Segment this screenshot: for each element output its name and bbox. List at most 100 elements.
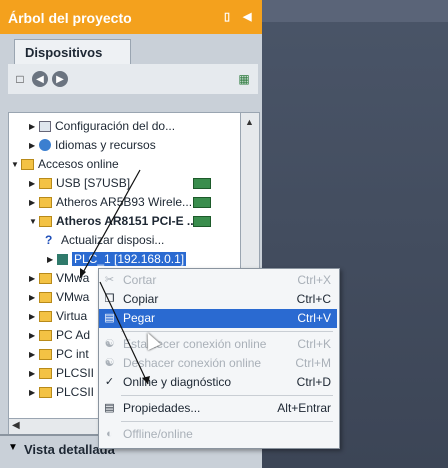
tree-item[interactable]: ▶ Configuración del do... [29, 117, 175, 136]
tree-item-label: PC Ad [56, 328, 91, 342]
expand-arrow-icon[interactable]: ▶ [29, 307, 39, 326]
menu-item-go-offline[interactable]: ☯ Deshacer conexión online Ctrl+M [99, 354, 337, 373]
diagnostics-icon: ✓ [104, 376, 115, 388]
tree-item[interactable]: ▶ Virtua [29, 307, 87, 326]
context-menu: ✂ Cortar Ctrl+X ❐ Copiar Ctrl+C ▤ Pegar … [98, 268, 340, 449]
config-icon [39, 121, 51, 132]
offline-online-icon: ◐ [106, 428, 113, 440]
collapse-left-icon[interactable]: ◀ [243, 10, 251, 23]
interface-icon [39, 197, 52, 208]
expand-arrow-icon[interactable]: ▶ [29, 193, 39, 212]
plc-icon [57, 254, 68, 265]
chevron-down-icon[interactable]: ▼ [8, 442, 18, 453]
tree-item-label: Atheros AR5B93 Wirele... [56, 195, 193, 209]
go-offline-icon: ☯ [104, 357, 115, 369]
menu-item-shortcut: Ctrl+M [295, 356, 331, 370]
tree-item[interactable]: ? Actualizar disposi... [45, 231, 164, 250]
interface-icon [39, 311, 52, 322]
menu-item-shortcut: Alt+Entrar [277, 401, 331, 415]
interface-icon [39, 368, 52, 379]
tree-item-label: Configuración del do... [55, 119, 176, 133]
menu-separator [121, 395, 333, 396]
tree-item-label: Actualizar disposi... [61, 233, 165, 247]
tree-item-label: PC int [56, 347, 89, 361]
tree-item[interactable]: ▶ VMwa [29, 269, 89, 288]
back-icon[interactable]: ◀ [32, 71, 48, 87]
scroll-up-icon[interactable]: ▲ [245, 117, 254, 127]
expand-arrow-icon[interactable]: ▶ [29, 364, 39, 383]
copy-icon: ❐ [104, 293, 115, 305]
app-window: Árbol del proyecto ▯ ◀ Dispositivos □ ◀ … [0, 0, 448, 468]
tree-item[interactable]: ▼ Atheros AR8151 PCI-E ... [29, 212, 197, 231]
menu-item-cut[interactable]: ✂ Cortar Ctrl+X [99, 271, 337, 290]
menu-item-online-diagnostics[interactable]: ✓ Online y diagnóstico Ctrl+D [99, 373, 337, 392]
tree-item[interactable]: ▼ Accesos online [11, 155, 119, 174]
tree-item[interactable]: ▶ PLCSII [29, 383, 94, 402]
menu-item-label: Copiar [123, 292, 159, 306]
go-online-icon: ☯ [104, 338, 115, 350]
interface-icon [39, 330, 52, 341]
network-connected-icon [193, 216, 211, 227]
tree-item-label: USB [S7USB] [56, 176, 131, 190]
languages-icon [39, 139, 51, 151]
interface-icon [39, 292, 52, 303]
show-overview-icon[interactable]: ▦ [236, 71, 252, 87]
tab-dispositivos-label: Dispositivos [25, 45, 103, 60]
interface-icon [39, 273, 52, 284]
tree-item[interactable]: ▶ PC int [29, 345, 89, 364]
menu-separator [121, 421, 333, 422]
expand-arrow-icon[interactable]: ▶ [29, 174, 39, 193]
menu-item-shortcut: Ctrl+C [296, 292, 331, 306]
new-item-icon[interactable]: □ [12, 71, 28, 87]
menu-item-shortcut: Ctrl+V [297, 311, 331, 325]
interface-icon [39, 216, 52, 227]
project-tree-title: Árbol del proyecto [8, 10, 132, 26]
tab-dispositivos[interactable]: Dispositivos [14, 39, 131, 65]
update-devices-icon: ? [45, 233, 53, 247]
collapse-arrow-icon[interactable]: ▼ [29, 212, 39, 231]
menu-item-label: Deshacer conexión online [123, 356, 262, 370]
expand-arrow-icon[interactable]: ▶ [29, 345, 39, 364]
expand-arrow-icon[interactable]: ▶ [29, 269, 39, 288]
expand-arrow-icon[interactable]: ▶ [29, 117, 39, 136]
tree-item[interactable]: ▶ USB [S7USB] [29, 174, 130, 193]
tree-item-selected[interactable]: ▶ PLC_1 [192.168.0.1] [47, 250, 187, 269]
menu-item-copy[interactable]: ❐ Copiar Ctrl+C [99, 290, 337, 309]
menu-item-shortcut: Ctrl+K [297, 337, 331, 351]
interface-icon [39, 178, 52, 189]
tree-item-label: VMwa [56, 290, 90, 304]
scissors-icon: ✂ [104, 274, 115, 286]
interface-icon [39, 387, 52, 398]
network-status-icon [193, 178, 211, 189]
menu-item-paste[interactable]: ▤ Pegar Ctrl+V [99, 309, 337, 328]
tree-item[interactable]: ▶ PLCSII [29, 364, 94, 383]
menu-item-go-online[interactable]: ☯ Establecer conexión online Ctrl+K [99, 335, 337, 354]
folder-icon [21, 159, 34, 170]
forward-icon[interactable]: ▶ [52, 71, 68, 87]
network-status-icon [193, 197, 211, 208]
menu-item-properties[interactable]: ▤ Propiedades... Alt+Entrar [99, 399, 337, 418]
collapse-arrow-icon[interactable]: ▼ [11, 155, 21, 174]
menu-item-label: Pegar [123, 311, 156, 325]
menu-item-shortcut: Ctrl+X [297, 273, 331, 287]
project-tree-titlebar: Árbol del proyecto ▯ ◀ [0, 0, 262, 34]
tree-item-label: Virtua [56, 309, 88, 323]
tree-item[interactable]: ▶ Idiomas y recursos [29, 136, 156, 155]
tree-item-label: VMwa [56, 271, 90, 285]
menu-item-offline-online[interactable]: ◐ Offline/online [99, 425, 337, 444]
menu-item-shortcut: Ctrl+D [296, 375, 331, 389]
expand-arrow-icon[interactable]: ▶ [29, 383, 39, 402]
expand-arrow-icon[interactable]: ▶ [29, 136, 39, 155]
paste-icon: ▤ [104, 312, 115, 324]
tree-item[interactable]: ▶ Atheros AR5B93 Wirele... [29, 193, 192, 212]
split-view-icon[interactable]: ▯ [224, 10, 230, 23]
expand-arrow-icon[interactable]: ▶ [47, 250, 57, 269]
menu-item-label: Online y diagnóstico [123, 375, 232, 389]
tree-item[interactable]: ▶ PC Ad [29, 326, 90, 345]
tree-item-label: PLCSII [56, 385, 95, 399]
expand-arrow-icon[interactable]: ▶ [29, 288, 39, 307]
expand-arrow-icon[interactable]: ▶ [29, 326, 39, 345]
tree-item[interactable]: ▶ VMwa [29, 288, 89, 307]
properties-icon: ▤ [104, 402, 115, 414]
scroll-left-icon[interactable]: ◀ [12, 420, 20, 431]
